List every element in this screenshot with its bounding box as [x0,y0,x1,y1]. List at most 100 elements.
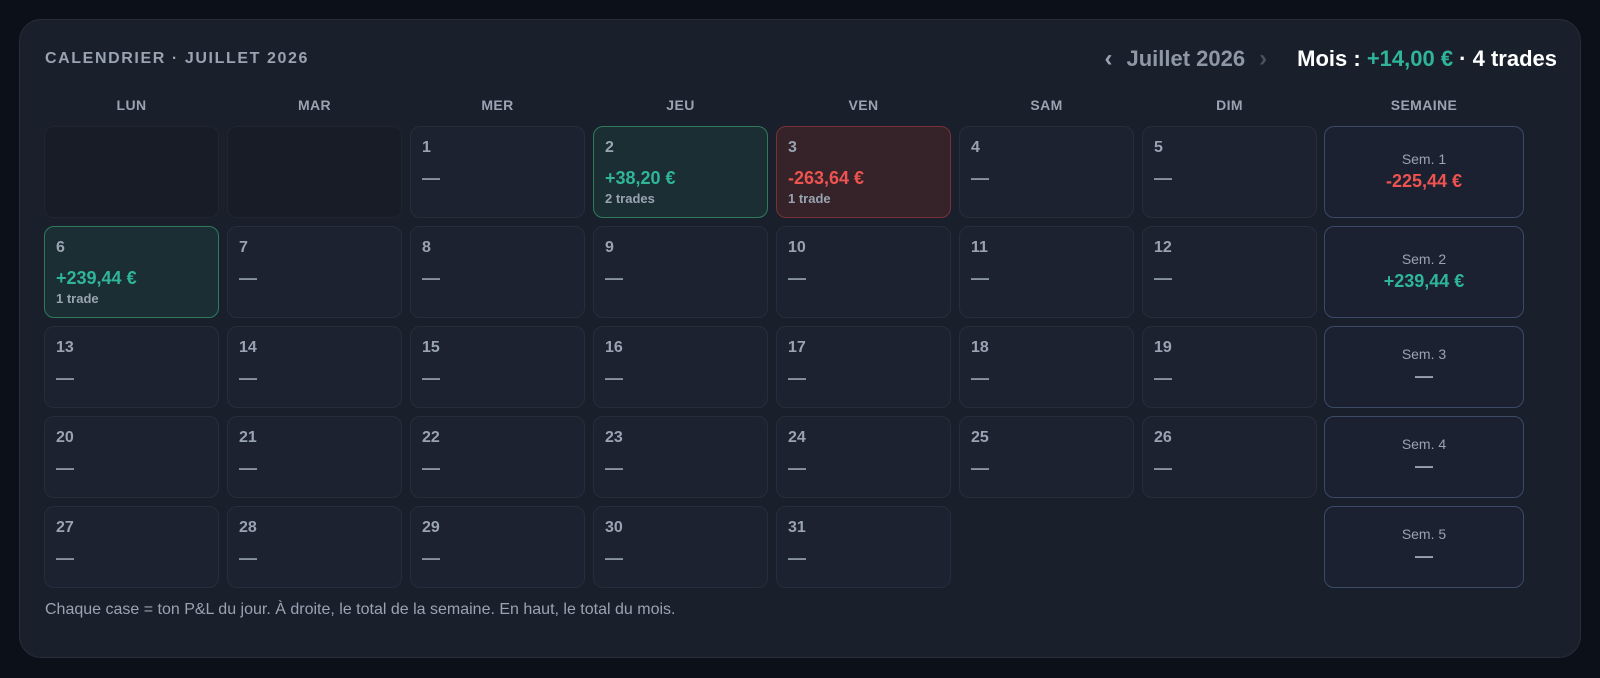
day-cell-9[interactable]: 9— [593,226,768,318]
day-cell-5[interactable]: 5— [1142,126,1317,218]
day-number: 21 [239,429,257,446]
month-summary-prefix: Mois : [1297,46,1367,71]
day-number: 31 [788,519,806,536]
day-number: 7 [239,239,248,256]
day-trade-count: 1 trade [788,191,831,206]
month-summary: Mois : +14,00 € · 4 trades [1297,46,1557,72]
calendar-header: CALENDRIER · JUILLET 2026 ‹ Juillet 2026… [45,46,1557,72]
day-cell-17[interactable]: 17 — [776,326,951,408]
week-label: Sem. 4 [1401,436,1447,452]
day-pnl: — [239,458,257,478]
day-cell-27[interactable]: 27 — [44,506,219,588]
week-total-4[interactable]: Sem. 4 — [1324,416,1524,498]
day-number: 20 [56,429,74,446]
day-number: 14 [239,339,257,356]
day-cell-11[interactable]: 11 — [959,226,1134,318]
day-cell-4[interactable]: 4— [959,126,1134,218]
day-cell-7[interactable]: 7— [227,226,402,318]
month-navigation: ‹ Juillet 2026 › Mois : +14,00 € · 4 tra… [1099,46,1558,72]
day-cell-30[interactable]: 30 — [593,506,768,588]
calendar-title: CALENDRIER · JUILLET 2026 [45,50,310,67]
day-cell-13[interactable]: 13 — [44,326,219,408]
day-pnl: — [788,368,806,388]
day-cell-18[interactable]: 18 — [959,326,1134,408]
day-number: 30 [605,519,623,536]
day-number: 25 [971,429,989,446]
day-cell-19[interactable]: 19 — [1142,326,1317,408]
day-cell-14[interactable]: 14 — [227,326,402,408]
day-pnl: — [422,268,440,288]
day-pnl: — [788,458,806,478]
day-number: 22 [422,429,440,446]
day-number: 16 [605,339,623,356]
weekday-jeu: JEU [666,97,695,113]
day-pnl: — [56,548,74,568]
empty-day-cell [227,126,402,218]
day-pnl: +38,20 € [605,168,676,188]
day-cell-2[interactable]: 2 +38,20 € 2 trades [593,126,768,218]
weekday-sam: SAM [1030,97,1063,113]
day-cell-6[interactable]: 6 +239,44 € 1 trade [44,226,219,318]
week-pnl: — [1415,366,1433,386]
day-number: 11 [971,239,988,256]
week-pnl: — [1415,456,1433,476]
day-pnl: — [1154,368,1172,388]
day-cell-23[interactable]: 23 — [593,416,768,498]
day-cell-3[interactable]: 3 -263,64 € 1 trade [776,126,951,218]
day-number: 19 [1154,339,1172,356]
day-pnl: — [971,368,989,388]
day-pnl: — [239,548,257,568]
chevron-left-icon[interactable]: ‹ [1099,47,1119,71]
week-label: Sem. 5 [1401,526,1447,542]
day-cell-25[interactable]: 25 — [959,416,1134,498]
week-pnl: -225,44 € [1385,171,1463,191]
week-total-2[interactable]: Sem. 2 +239,44 € [1324,226,1524,318]
day-number: 24 [788,429,806,446]
day-number: 6 [56,239,65,256]
day-trade-count: 1 trade [56,291,99,306]
chevron-right-icon[interactable]: › [1253,47,1273,71]
week-label: Sem. 3 [1401,346,1447,362]
calendar-card: CALENDRIER · JUILLET 2026 ‹ Juillet 2026… [19,19,1581,658]
week-total-1[interactable]: Sem. 1 -225,44 € [1324,126,1524,218]
day-cell-15[interactable]: 15 — [410,326,585,408]
day-pnl: — [1154,458,1172,478]
day-cell-12[interactable]: 12 — [1142,226,1317,318]
day-pnl: — [422,368,440,388]
day-number: 15 [422,339,440,356]
day-cell-10[interactable]: 10 — [776,226,951,318]
day-cell-16[interactable]: 16 — [593,326,768,408]
month-summary-trades: · 4 trades [1453,46,1557,71]
day-number: 2 [605,139,614,156]
day-cell-31[interactable]: 31 — [776,506,951,588]
month-label: Juillet 2026 [1126,46,1246,71]
day-cell-8[interactable]: 8— [410,226,585,318]
day-pnl: — [239,268,257,288]
day-cell-28[interactable]: 28 — [227,506,402,588]
day-cell-24[interactable]: 24 — [776,416,951,498]
day-number: 18 [971,339,989,356]
day-number: 13 [56,339,74,356]
day-pnl: — [788,548,806,568]
week-total-3[interactable]: Sem. 3 — [1324,326,1524,408]
day-pnl: — [422,458,440,478]
day-cell-21[interactable]: 21 — [227,416,402,498]
day-number: 29 [422,519,440,536]
day-cell-1[interactable]: 1— [410,126,585,218]
day-pnl: — [971,458,989,478]
day-pnl: — [605,458,623,478]
day-number: 3 [788,139,797,156]
day-cell-29[interactable]: 29 — [410,506,585,588]
month-summary-pnl: +14,00 € [1366,46,1454,71]
day-pnl: — [605,548,623,568]
day-pnl: — [56,458,74,478]
day-cell-20[interactable]: 20 — [44,416,219,498]
week-total-5[interactable]: Sem. 5 — [1324,506,1524,588]
day-number: 17 [788,339,806,356]
weekday-semaine: SEMAINE [1390,97,1458,113]
day-cell-22[interactable]: 22 — [410,416,585,498]
day-number: 8 [422,239,431,256]
empty-day-cell [44,126,219,218]
footnote: Chaque case = ton P&L du jour. À droite,… [45,601,676,618]
day-cell-26[interactable]: 26 — [1142,416,1317,498]
